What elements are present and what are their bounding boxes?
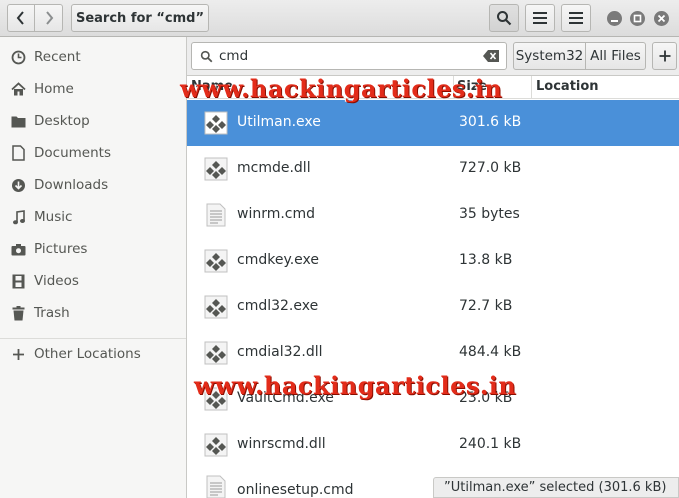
sidebar-item-label: Other Locations xyxy=(34,346,141,362)
search-location-current-button[interactable]: System32 xyxy=(513,42,586,70)
download-icon xyxy=(10,177,27,194)
executable-file-icon xyxy=(204,341,228,365)
column-divider xyxy=(531,76,532,98)
plus-icon xyxy=(659,50,670,62)
clear-search-icon[interactable] xyxy=(483,50,499,66)
sidebar-item-label: Music xyxy=(34,209,73,225)
file-row[interactable]: cmdl32.exe 72.7 kB xyxy=(187,284,679,330)
executable-file-icon xyxy=(204,157,228,181)
search-toggle-button[interactable] xyxy=(489,4,519,32)
sidebar-item-label: Documents xyxy=(34,145,111,161)
search-bar: cmd System32 All Files xyxy=(187,37,679,76)
column-location-header[interactable]: Location xyxy=(536,79,599,94)
plus-icon xyxy=(10,346,27,363)
music-note-icon xyxy=(10,209,27,226)
file-name: mcmde.dll xyxy=(237,160,311,176)
text-file-icon xyxy=(206,475,226,498)
view-options-button[interactable] xyxy=(525,4,555,32)
file-size: 35 bytes xyxy=(459,206,520,222)
file-row[interactable]: mcmde.dll 727.0 kB xyxy=(187,146,679,192)
path-bar-search-button[interactable]: Search for “cmd” xyxy=(71,4,209,32)
sidebar-item-label: Trash xyxy=(34,305,70,321)
file-row[interactable]: cmdkey.exe 13.8 kB xyxy=(187,238,679,284)
sidebar-item-label: Desktop xyxy=(34,113,90,129)
app-menu-button[interactable] xyxy=(561,4,591,32)
executable-file-icon xyxy=(204,433,228,457)
sidebar-item-label: Downloads xyxy=(34,177,109,193)
maximize-button[interactable] xyxy=(630,11,645,26)
search-icon xyxy=(200,50,213,62)
file-name: cmdkey.exe xyxy=(237,252,320,268)
camera-icon xyxy=(10,241,27,258)
sidebar-item-home[interactable]: Home xyxy=(0,73,186,105)
file-size: 484.4 kB xyxy=(459,344,522,360)
file-name: onlinesetup.cmd xyxy=(237,482,354,498)
executable-file-icon xyxy=(204,249,228,273)
header-bar: Search for “cmd” xyxy=(0,0,679,37)
file-row[interactable]: cmdial32.dll 484.4 kB xyxy=(187,330,679,376)
search-location-all-button[interactable]: All Files xyxy=(585,42,646,70)
back-button[interactable] xyxy=(7,4,35,32)
close-button[interactable] xyxy=(654,11,669,26)
add-search-criteria-button[interactable] xyxy=(652,42,677,70)
minimize-button[interactable] xyxy=(607,11,622,26)
file-name: cmdial32.dll xyxy=(237,344,323,360)
document-icon xyxy=(10,145,27,162)
search-input[interactable]: cmd xyxy=(191,42,507,70)
search-icon xyxy=(497,11,512,26)
sidebar-item-downloads[interactable]: Downloads xyxy=(0,169,186,201)
file-size: 13.8 kB xyxy=(459,252,513,268)
selection-status-label: ”Utilman.exe” selected (301.6 kB) xyxy=(433,477,679,498)
sidebar-item-music[interactable]: Music xyxy=(0,201,186,233)
sidebar-item-label: Home xyxy=(34,81,74,97)
sidebar-item-other-locations[interactable]: Other Locations xyxy=(0,338,186,370)
places-sidebar: Recent Home Desktop Documents Downloads … xyxy=(0,37,187,498)
list-view-icon xyxy=(533,12,547,24)
file-row[interactable]: winrm.cmd 35 bytes xyxy=(187,192,679,238)
file-row[interactable]: winrscmd.dll 240.1 kB xyxy=(187,422,679,468)
sidebar-item-pictures[interactable]: Pictures xyxy=(0,233,186,265)
file-name: cmdl32.exe xyxy=(237,298,319,314)
sidebar-item-trash[interactable]: Trash xyxy=(0,297,186,329)
file-row[interactable]: Utilman.exe 301.6 kB xyxy=(187,100,679,146)
sidebar-item-label: Videos xyxy=(34,273,79,289)
file-size: 240.1 kB xyxy=(459,436,522,452)
file-name: winrm.cmd xyxy=(237,206,316,222)
executable-file-icon xyxy=(204,111,228,135)
file-name: winrscmd.dll xyxy=(237,436,326,452)
sidebar-item-documents[interactable]: Documents xyxy=(0,137,186,169)
search-query-text: cmd xyxy=(219,48,249,64)
file-size: 72.7 kB xyxy=(459,298,513,314)
clock-icon xyxy=(10,49,27,66)
film-icon xyxy=(10,273,27,290)
maximize-icon xyxy=(633,14,642,23)
file-size: 301.6 kB xyxy=(459,114,522,130)
chevron-right-icon xyxy=(45,11,53,25)
sidebar-item-videos[interactable]: Videos xyxy=(0,265,186,297)
watermark-text: www.hackingarticles.in xyxy=(180,74,503,103)
forward-button[interactable] xyxy=(34,4,63,32)
watermark-text: www.hackingarticles.in xyxy=(194,371,517,400)
text-file-icon xyxy=(206,203,226,227)
minimize-icon xyxy=(611,20,618,22)
sidebar-item-desktop[interactable]: Desktop xyxy=(0,105,186,137)
sidebar-item-label: Pictures xyxy=(34,241,88,257)
executable-file-icon xyxy=(204,295,228,319)
chevron-left-icon xyxy=(16,11,24,25)
folder-icon xyxy=(10,113,27,130)
file-size: 727.0 kB xyxy=(459,160,522,176)
home-icon xyxy=(10,81,27,98)
sidebar-item-label: Recent xyxy=(34,49,81,65)
trash-icon xyxy=(10,305,27,322)
file-name: Utilman.exe xyxy=(237,114,321,130)
sidebar-item-recent[interactable]: Recent xyxy=(0,41,186,73)
hamburger-menu-icon xyxy=(569,12,583,24)
close-icon xyxy=(657,14,666,23)
